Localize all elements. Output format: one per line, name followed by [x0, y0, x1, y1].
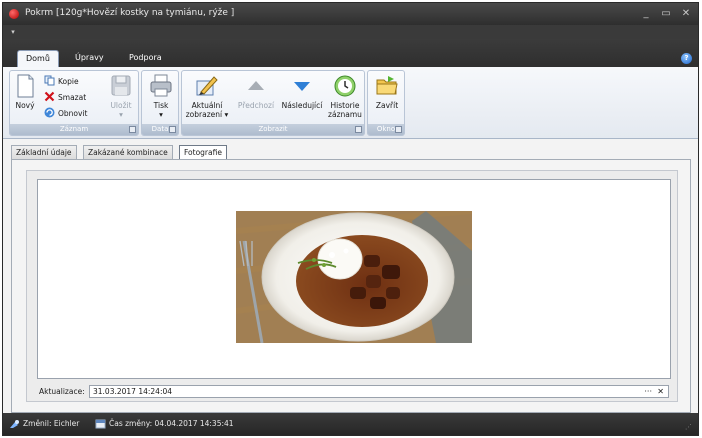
- calendar-icon: [95, 419, 106, 429]
- ribbon-tab-row: Domů Úpravy Podpora ?: [3, 39, 698, 67]
- tab-forbidden-combinations[interactable]: Zakázané kombinace: [83, 145, 173, 160]
- more-button[interactable]: ···: [644, 386, 652, 397]
- app-icon: [9, 9, 19, 19]
- group-launcher-zobrazit[interactable]: [355, 126, 362, 133]
- close-button[interactable]: Zavřít: [371, 73, 403, 110]
- group-launcher-okno[interactable]: [395, 126, 402, 133]
- tab-domu[interactable]: Domů: [17, 50, 59, 67]
- tab-podpora[interactable]: Podpora: [121, 50, 170, 67]
- group-data: Tisk ▾ Data: [141, 70, 179, 136]
- window-title: Pokrm [120g*Hovězí kostky na tymiánu, rý…: [25, 8, 235, 18]
- printer-icon: [150, 74, 172, 97]
- dish-photo: [236, 211, 472, 343]
- quick-access-toolbar: ▾: [3, 25, 698, 39]
- triangle-down-icon: [294, 82, 310, 91]
- photos-panel: Aktualizace: 31.03.2017 14:24:04 ··· ✕: [11, 159, 691, 413]
- close-window-button[interactable]: ✕: [678, 6, 694, 22]
- next-button[interactable]: Následující: [280, 73, 324, 110]
- refresh-button[interactable]: Obnovit: [44, 107, 87, 120]
- group-okno: Zavřít Okno: [367, 70, 405, 136]
- folder-close-icon: [376, 76, 398, 95]
- tab-photos[interactable]: Fotografie: [179, 145, 227, 160]
- new-button[interactable]: Nový: [12, 73, 38, 110]
- help-icon[interactable]: ?: [681, 53, 692, 64]
- changed-time: Čas změny: 04.04.2017 14:35:41: [109, 419, 234, 428]
- group-label-zaznam: Záznam: [10, 124, 138, 135]
- group-zaznam: Nový Kopie Smazat Obnovit Uložit ▾ Zázna…: [9, 70, 139, 136]
- group-launcher-zaznam[interactable]: [129, 126, 136, 133]
- user-edit-icon: [10, 420, 19, 428]
- status-bar: Změnil: Eichler Čas změny: 04.04.2017 14…: [3, 413, 698, 435]
- changed-by: Změnil: Eichler: [23, 419, 80, 428]
- record-history-button[interactable]: Historie záznamu: [326, 73, 364, 119]
- copy-icon: [44, 75, 55, 86]
- update-value: 31.03.2017 14:24:04: [93, 387, 173, 396]
- group-zobrazit: Aktuální zobrazení ▾ Předchozí Následujíc…: [181, 70, 365, 136]
- minimize-button[interactable]: _: [638, 6, 654, 22]
- delete-button[interactable]: Smazat: [44, 91, 86, 104]
- current-view-button[interactable]: Aktuální zobrazení ▾: [184, 73, 230, 119]
- new-document-icon: [17, 74, 34, 98]
- maximize-button[interactable]: ▭: [658, 6, 674, 22]
- update-field[interactable]: 31.03.2017 14:24:04 ··· ✕: [89, 385, 669, 398]
- tab-basic-data[interactable]: Základní údaje: [11, 145, 77, 160]
- tab-upravy[interactable]: Úpravy: [67, 50, 112, 67]
- refresh-icon: [44, 107, 55, 118]
- triangle-up-icon: [248, 81, 264, 90]
- photo-container: Aktualizace: 31.03.2017 14:24:04 ··· ✕: [26, 170, 678, 402]
- save-button[interactable]: Uložit ▾: [106, 73, 136, 119]
- delete-x-icon: [44, 91, 55, 102]
- photo-viewer[interactable]: [37, 179, 671, 379]
- copy-button[interactable]: Kopie: [44, 75, 79, 88]
- previous-button[interactable]: Předchozí: [236, 73, 276, 110]
- group-launcher-data[interactable]: [169, 126, 176, 133]
- ribbon: Nový Kopie Smazat Obnovit Uložit ▾ Zázna…: [3, 67, 698, 139]
- resize-grip-icon[interactable]: ⋰: [685, 422, 695, 432]
- update-label: Aktualizace:: [39, 387, 85, 396]
- print-button[interactable]: Tisk ▾: [146, 73, 176, 119]
- quick-access-menu-button[interactable]: ▾: [7, 27, 19, 37]
- save-floppy-icon: [111, 75, 131, 96]
- application-window: Pokrm [120g*Hovězí kostky na tymiánu, rý…: [2, 2, 699, 436]
- group-label-zobrazit: Zobrazit: [182, 124, 364, 135]
- clear-button[interactable]: ✕: [657, 386, 664, 397]
- title-bar: Pokrm [120g*Hovězí kostky na tymiánu, rý…: [3, 3, 698, 25]
- edit-pen-icon: [196, 76, 218, 96]
- clock-history-icon: [334, 75, 356, 97]
